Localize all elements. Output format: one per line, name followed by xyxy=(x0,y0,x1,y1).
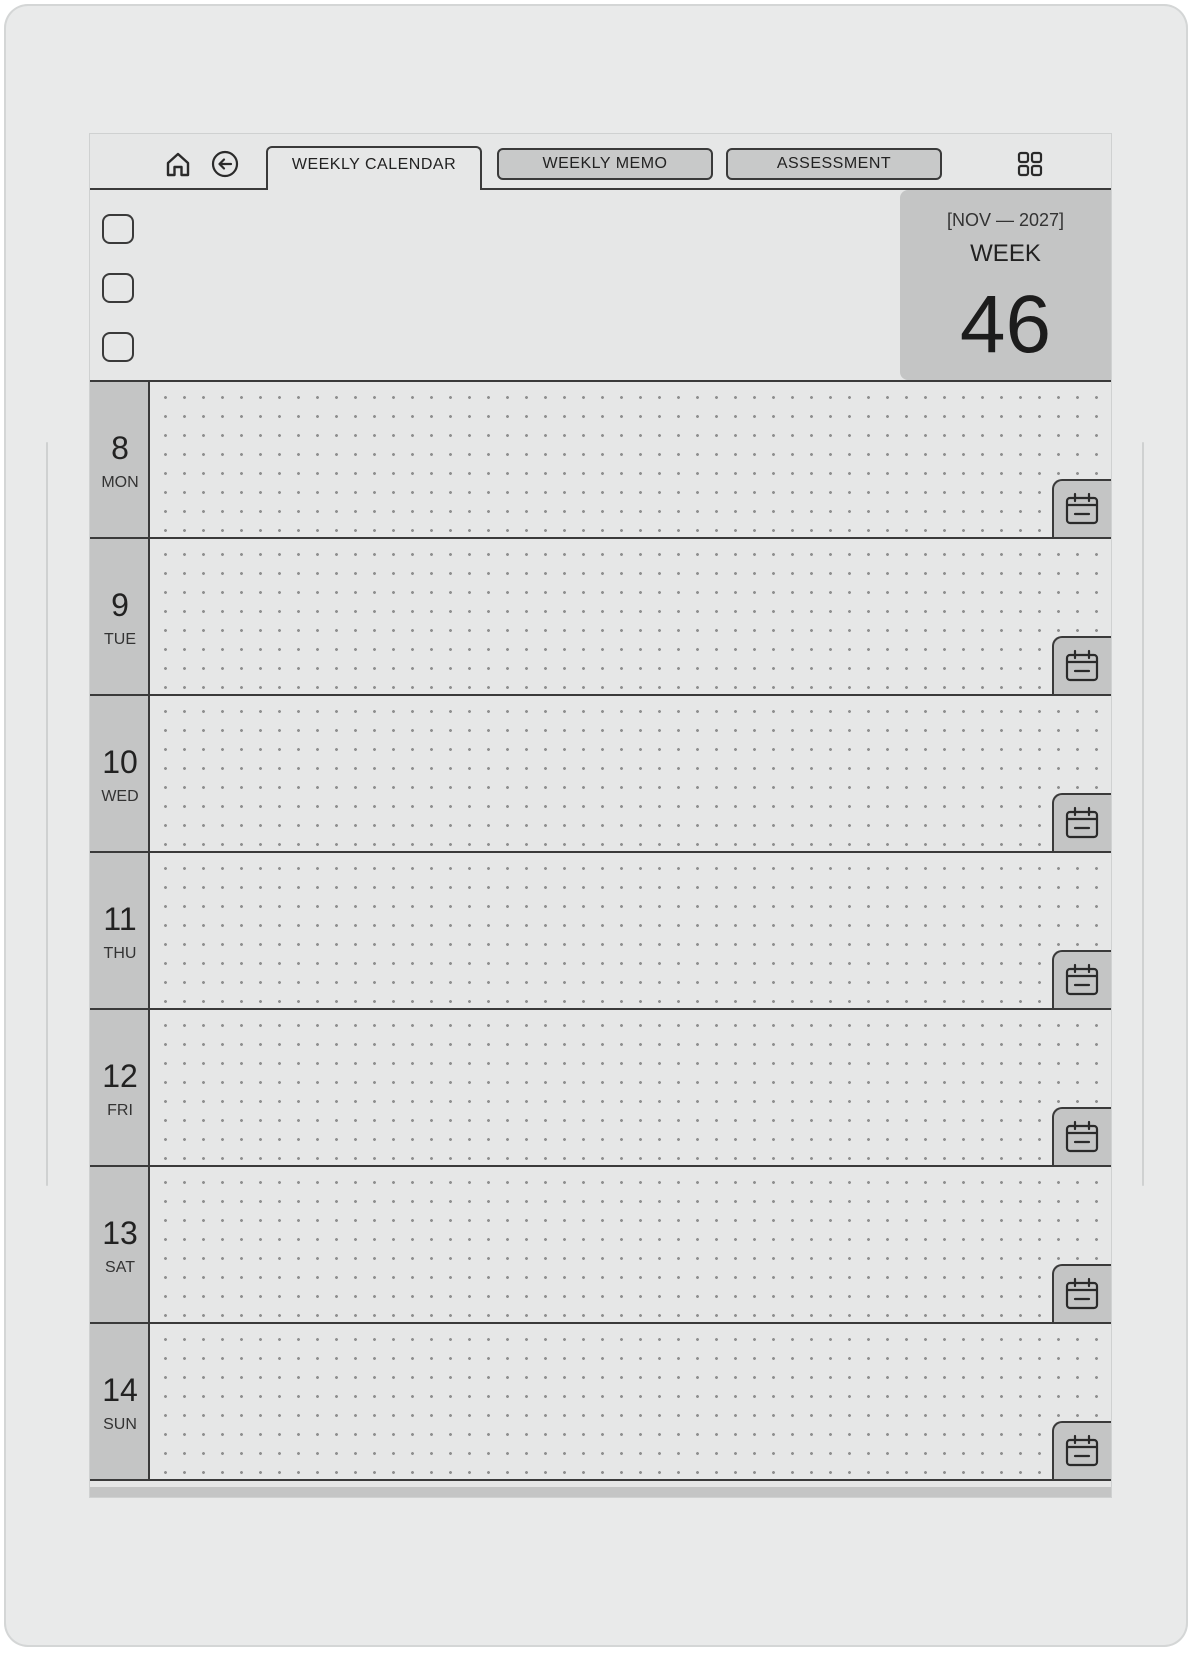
day-label-mon: 8 MON xyxy=(90,382,150,537)
tab-weekly-calendar-label: WEEKLY CALENDAR xyxy=(291,156,457,173)
calendar-event-button[interactable] xyxy=(1052,1264,1111,1322)
calendar-event-button[interactable] xyxy=(1052,1107,1111,1165)
calendar-icon xyxy=(1065,963,1099,996)
day-row-fri: 12 FRI xyxy=(90,1010,1111,1167)
day-row-tue: 9 TUE xyxy=(90,539,1111,696)
top-navigation: WEEKLY CALENDAR WEEKLY MEMO ASSESSMENT xyxy=(90,134,1111,190)
day-number: 10 xyxy=(102,744,138,780)
week-indicator: [NOV — 2027] WEEK 46 xyxy=(900,190,1111,380)
tab-weekly-calendar[interactable]: WEEKLY CALENDAR xyxy=(266,146,482,190)
calendar-event-button[interactable] xyxy=(1052,1421,1111,1479)
dot-grid-notes[interactable] xyxy=(150,1167,1111,1322)
day-row-wed: 10 WED xyxy=(90,696,1111,853)
day-name: SUN xyxy=(103,1416,137,1433)
home-icon[interactable] xyxy=(162,148,194,180)
calendar-event-button[interactable] xyxy=(1052,636,1111,694)
calendar-event-button[interactable] xyxy=(1052,950,1111,1008)
calendar-icon xyxy=(1065,1277,1099,1310)
grid-icon[interactable] xyxy=(1014,148,1046,180)
week-number: 46 xyxy=(959,279,1052,370)
dot-grid-notes[interactable] xyxy=(150,853,1111,1008)
calendar-icon xyxy=(1065,806,1099,839)
day-label-fri: 12 FRI xyxy=(90,1010,150,1165)
row-divider xyxy=(90,1479,1111,1481)
day-label-tue: 9 TUE xyxy=(90,539,150,694)
calendar-event-button[interactable] xyxy=(1052,793,1111,851)
day-name: TUE xyxy=(104,631,136,648)
tab-weekly-memo[interactable]: WEEKLY MEMO xyxy=(497,148,713,180)
dot-grid-notes[interactable] xyxy=(150,539,1111,694)
planner-screen: WEEKLY CALENDAR WEEKLY MEMO ASSESSMENT [… xyxy=(90,134,1111,1497)
day-number: 9 xyxy=(111,587,129,623)
day-number: 14 xyxy=(102,1372,138,1408)
task-checkbox-2[interactable] xyxy=(102,273,134,303)
day-label-sat: 13 SAT xyxy=(90,1167,150,1322)
day-number: 13 xyxy=(102,1215,138,1251)
day-row-mon: 8 MON xyxy=(90,382,1111,539)
day-number: 8 xyxy=(111,430,129,466)
day-label-wed: 10 WED xyxy=(90,696,150,851)
calendar-event-button[interactable] xyxy=(1052,479,1111,537)
tab-assessment[interactable]: ASSESSMENT xyxy=(726,148,942,180)
device-side-edge-left xyxy=(46,442,48,1186)
day-row-thu: 11 THU xyxy=(90,853,1111,1010)
day-label-thu: 11 THU xyxy=(90,853,150,1008)
calendar-icon xyxy=(1065,1120,1099,1153)
back-arrow-icon[interactable] xyxy=(209,148,241,180)
tab-weekly-memo-label: WEEKLY MEMO xyxy=(542,155,668,172)
day-number: 12 xyxy=(102,1058,138,1094)
day-row-sun: 14 SUN xyxy=(90,1324,1111,1481)
week-month-year: [NOV — 2027] xyxy=(946,210,1065,230)
day-label-sun: 14 SUN xyxy=(90,1324,150,1479)
tab-assessment-label: ASSESSMENT xyxy=(776,155,892,172)
day-name: SAT xyxy=(105,1259,135,1276)
calendar-icon xyxy=(1065,492,1099,525)
day-name: THU xyxy=(103,945,137,962)
day-list: 8 MON 9 TUE 10 WED 11 THU 12 FRI 13 SAT … xyxy=(90,382,1111,1497)
day-row-sat: 13 SAT xyxy=(90,1167,1111,1324)
task-checkbox-3[interactable] xyxy=(102,332,134,362)
dot-grid-notes[interactable] xyxy=(150,1324,1111,1479)
day-number: 11 xyxy=(103,901,137,937)
dot-grid-notes[interactable] xyxy=(150,1010,1111,1165)
device-side-edge-right xyxy=(1142,442,1144,1186)
task-checkbox-1[interactable] xyxy=(102,214,134,244)
dot-grid-notes[interactable] xyxy=(150,696,1111,851)
day-name: WED xyxy=(101,788,139,805)
day-name: FRI xyxy=(107,1102,133,1119)
calendar-icon xyxy=(1065,649,1099,682)
day-name: MON xyxy=(101,474,139,491)
calendar-icon xyxy=(1065,1434,1099,1467)
dot-grid-notes[interactable] xyxy=(150,382,1111,537)
bottom-strip xyxy=(90,1487,1111,1497)
week-label: WEEK xyxy=(970,240,1041,267)
